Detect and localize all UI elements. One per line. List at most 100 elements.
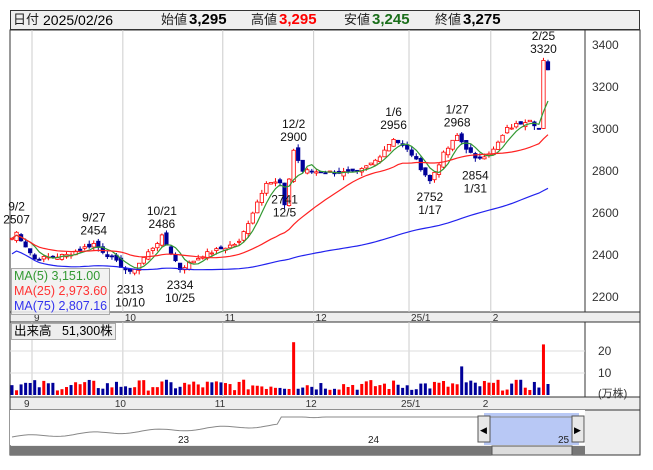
volume-bar — [496, 379, 500, 395]
volume-bar — [482, 380, 486, 395]
volume-bar — [264, 388, 268, 395]
ma5-label: MA(5) — [14, 269, 49, 283]
candle-body — [23, 241, 28, 248]
volume-bar — [28, 382, 32, 395]
volume-bar — [83, 382, 87, 395]
candle-body — [432, 171, 437, 181]
volume-bar — [401, 387, 405, 395]
volume-bar — [196, 384, 200, 395]
volume-bar — [278, 387, 282, 395]
candle-body — [541, 60, 546, 129]
candle-body — [32, 254, 37, 260]
volume-bar — [33, 380, 37, 395]
candle-body — [41, 256, 46, 260]
volume-bar — [428, 388, 432, 395]
annotation-price: 3320 — [530, 42, 557, 56]
volume-bar — [205, 381, 209, 395]
volume-bar — [37, 387, 41, 395]
volume-bar — [523, 387, 527, 395]
volume-bar — [519, 379, 523, 395]
candle-body — [37, 258, 42, 261]
volume-bar — [105, 383, 109, 395]
candle-body — [409, 149, 414, 156]
volume-bar — [151, 387, 155, 395]
candle-body — [368, 162, 373, 166]
volume-bar — [510, 383, 514, 395]
candle-body — [323, 172, 328, 175]
annotation-price: 2334 — [167, 278, 194, 292]
annotation-price: 2741 — [271, 192, 298, 206]
candle-body — [377, 156, 383, 162]
candle-body — [173, 254, 178, 262]
volume-bar — [410, 389, 414, 395]
candle-body — [382, 149, 387, 158]
annotation-price: 2507 — [3, 213, 30, 227]
candle-body — [350, 168, 355, 172]
annotation-date: 1/6 — [385, 105, 402, 119]
candle-body — [536, 127, 542, 130]
candle-body — [259, 192, 264, 203]
annotation-price: 2486 — [149, 217, 176, 231]
price-tick-label: 2600 — [592, 206, 619, 220]
month-tick-label: 11 — [225, 313, 236, 324]
candle-body — [386, 144, 392, 152]
volume-bar — [373, 386, 377, 395]
volume-bar — [124, 386, 128, 395]
candle-body — [291, 149, 296, 182]
volume-bar — [219, 382, 223, 395]
volume-bar — [283, 388, 287, 395]
volume-bar — [392, 380, 396, 395]
month-tick-label: 25/1 — [411, 313, 431, 324]
candle-body — [155, 243, 160, 249]
annotation-date: 9/27 — [82, 211, 106, 225]
price-chart[interactable]: 9910101111121225/125/1222200240026002800… — [0, 0, 653, 470]
volume-bar — [432, 381, 436, 395]
candle-body — [427, 174, 432, 182]
volume-bar — [364, 381, 368, 395]
volume-bar — [360, 383, 364, 395]
volume-bar — [387, 388, 391, 395]
volume-bar — [346, 386, 350, 395]
candle-body — [300, 159, 305, 172]
volume-bar — [155, 387, 159, 395]
ma-legend: MA(5) 3,151.00 MA(25) 2,973.60 MA(75) 2,… — [11, 268, 111, 315]
volume-bar — [378, 385, 382, 395]
annotation-price: 2900 — [280, 130, 307, 144]
candle-body — [218, 246, 224, 250]
candle-body — [196, 258, 201, 261]
annotation-price: 2752 — [417, 190, 444, 204]
ma25-label: MA(25) — [14, 284, 55, 298]
annotation-price: 2313 — [117, 282, 144, 296]
candle-body — [396, 139, 401, 144]
volume-bar — [96, 388, 100, 395]
volume-bar — [133, 387, 137, 395]
candle-body — [241, 231, 246, 241]
price-tick-label: 2400 — [592, 248, 619, 262]
volume-bar — [74, 382, 78, 395]
volume-tick-label: 10 — [598, 366, 612, 380]
volume-unit: (万株) — [598, 388, 628, 400]
annotation-date: 12/5 — [273, 205, 297, 219]
volume-bar — [260, 386, 264, 395]
month-tick-label: 25/1 — [401, 399, 421, 410]
volume-bar — [69, 385, 73, 395]
candle-body — [150, 247, 155, 251]
volume-bar — [451, 383, 455, 395]
candle-body — [255, 201, 260, 214]
annotation-date: 9/2 — [8, 200, 25, 214]
month-tick-label: 10 — [115, 399, 127, 410]
candle-body — [87, 243, 92, 248]
candle-body — [545, 61, 551, 71]
candle-body — [159, 234, 164, 246]
stock-chart-widget: 日付 2025/02/26 始値 3,295 高値 3,295 安値 3,245… — [0, 0, 653, 470]
navigator-scroll-thumb[interactable] — [491, 445, 573, 456]
candle-body — [28, 248, 33, 254]
volume-bar — [255, 385, 259, 395]
annotation-date: 1/27 — [445, 103, 469, 117]
candle-body — [418, 157, 423, 171]
navigator-year-label: 23 — [178, 435, 190, 446]
candle-body — [214, 248, 219, 251]
candle-body — [296, 147, 301, 161]
volume-bar — [528, 389, 532, 395]
volume-bar — [119, 386, 123, 395]
